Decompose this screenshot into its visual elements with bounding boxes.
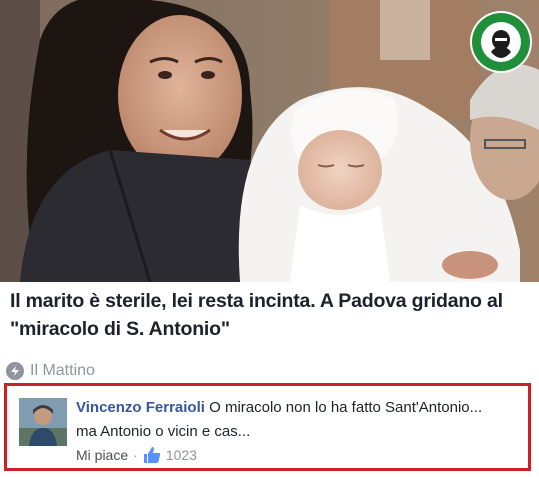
post-headline[interactable]: Il marito è sterile, lei resta incinta. … <box>10 287 530 343</box>
comment-text-line2: ma Antonio o vicin e cas... <box>76 423 251 440</box>
comment-author[interactable]: Vincenzo Ferraioli <box>76 399 205 416</box>
highlighted-comment: Vincenzo Ferraioli O miracolo non lo ha … <box>4 383 531 471</box>
thumbs-up-icon <box>143 446 161 464</box>
news-photo[interactable] <box>0 0 539 282</box>
post-source[interactable]: Il Mattino <box>6 360 95 382</box>
comment-actions: Mi piace · 1023 <box>76 446 197 464</box>
avatar[interactable] <box>19 398 67 446</box>
photo-illustration <box>0 0 539 282</box>
like-count[interactable]: 1023 <box>166 447 197 463</box>
comment-body: Vincenzo Ferraioli O miracolo non lo ha … <box>76 396 526 444</box>
comment-text-line1: O miracolo non lo ha fatto Sant'Antonio.… <box>209 399 483 416</box>
separator: · <box>133 447 138 463</box>
like-button[interactable]: Mi piace <box>76 447 128 463</box>
commenti-memorabili-logo <box>469 10 533 74</box>
source-name[interactable]: Il Mattino <box>30 362 95 380</box>
news-source-icon <box>6 362 24 380</box>
